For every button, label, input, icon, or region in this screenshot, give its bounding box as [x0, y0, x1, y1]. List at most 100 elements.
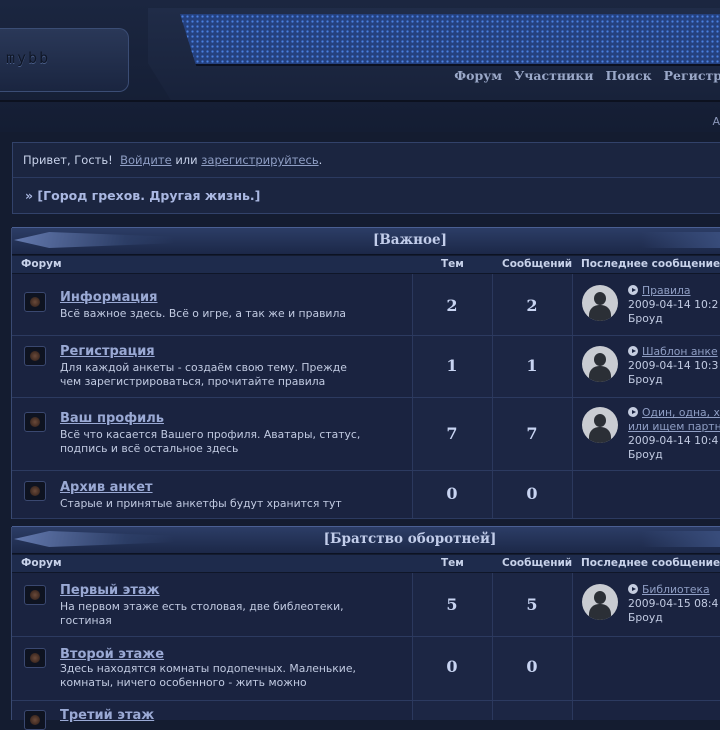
col-forum: Форум [21, 557, 62, 569]
forum-title-link[interactable]: Информация [60, 290, 158, 305]
main-nav: Форум Участники Поиск Регистр [454, 68, 720, 83]
forum-status-icon [24, 412, 46, 432]
category-title: [Важное] [372, 232, 448, 248]
col-last: Последнее сообщение [581, 258, 720, 270]
posts-count: 0 [526, 484, 538, 503]
last-post-info: Шаблон анке 2009-04-14 10:3 Броуд [628, 345, 718, 387]
posts-count: 2 [526, 296, 538, 315]
cell-last [572, 701, 720, 720]
posts-count: 0 [526, 657, 538, 676]
forum-title-link[interactable]: Архив анкет [60, 480, 153, 495]
greeting-text: Привет, Гость! [23, 153, 113, 167]
forum-row: Информация Всё важное здесь. Всё о игре,… [12, 274, 720, 336]
forum-row: Первый этаж На первом этаже есть столова… [12, 573, 720, 637]
cell-topics [412, 701, 493, 720]
last-post-author: Броуд [628, 312, 663, 325]
go-arrow-icon[interactable] [628, 584, 638, 594]
go-arrow-icon[interactable] [628, 407, 638, 417]
posts-count: 1 [526, 356, 538, 375]
logo-text: mybb [6, 49, 51, 67]
last-post-link[interactable]: Один, одна, х [642, 406, 720, 419]
last-post-link[interactable]: Библиотека [642, 583, 710, 596]
header-dot-strip [180, 14, 720, 66]
topics-count: 0 [446, 484, 458, 503]
last-post-link-cont[interactable]: или ищем партн [628, 420, 720, 433]
topics-count: 2 [446, 296, 458, 315]
forum-description: Всё что касается Вашего профиля. Аватары… [60, 428, 361, 455]
column-header: Форум Тем Сообщений Последнее сообщение [12, 256, 720, 274]
header-divider [0, 100, 720, 102]
forum-status-icon [24, 648, 46, 668]
topics-count: 1 [446, 356, 458, 375]
last-post-author: Броуд [628, 373, 663, 386]
forum-header: mybb Форум Участники Поиск Регистр А [0, 0, 720, 132]
forum-title-link[interactable]: Третий этаж [60, 708, 154, 723]
header-corner-link[interactable]: А [712, 115, 720, 128]
posts-count: 5 [526, 595, 538, 614]
nav-forum[interactable]: Форум [454, 68, 502, 83]
last-post-date: 2009-04-14 10:2 [628, 298, 719, 311]
forum-status-icon [24, 585, 46, 605]
forum-row: Ваш профиль Всё что касается Вашего проф… [12, 398, 720, 471]
avatar[interactable] [582, 346, 618, 382]
category-header[interactable]: [Важное] [12, 227, 720, 255]
register-link[interactable]: зарегистрируйтесь [201, 153, 318, 167]
forum-description: На первом этаже есть столовая, две библе… [60, 600, 344, 627]
posts-count: 7 [526, 424, 538, 443]
last-post-author: Броуд [628, 448, 663, 461]
topics-count: 0 [446, 657, 458, 676]
avatar[interactable] [582, 584, 618, 620]
welcome-line: Привет, Гость! Войдите или зарегистрируй… [23, 153, 322, 167]
last-post-date: 2009-04-14 10:4 [628, 434, 719, 447]
col-last: Последнее сообщение [581, 557, 720, 569]
nav-search[interactable]: Поиск [606, 68, 652, 83]
forum-row: Второй этаже Здесь находятся комнаты под… [12, 637, 720, 701]
period-text: . [318, 153, 323, 167]
last-post-author: Броуд [628, 611, 663, 624]
col-forum: Форум [21, 258, 62, 270]
col-posts: Сообщений [502, 258, 573, 270]
last-post-info: Библиотека 2009-04-15 08:4 Броуд [628, 583, 718, 625]
forum-title-link[interactable]: Первый этаж [60, 583, 160, 598]
forum-description: Для каждой анкеты - создаём свою тему. П… [60, 361, 347, 388]
nav-register[interactable]: Регистр [664, 68, 720, 83]
avatar[interactable] [582, 407, 618, 443]
last-post-link[interactable]: Шаблон анке [642, 345, 718, 358]
forum-status-icon [24, 346, 46, 366]
cell-last [572, 637, 720, 700]
forum-title-link[interactable]: Ваш профиль [60, 411, 164, 426]
forum-title-link[interactable]: Второй этаже [60, 647, 164, 662]
last-post-info: Один, одна, х или ищем партн 2009-04-14 … [628, 406, 720, 462]
last-post-link[interactable]: Правила [642, 284, 691, 297]
forum-row: Регистрация Для каждой анкеты - создаём … [12, 336, 720, 398]
nav-members[interactable]: Участники [514, 68, 593, 83]
forum-status-icon [24, 710, 46, 730]
forum-description: Здесь находятся комнаты подопечных. Мале… [60, 662, 356, 689]
forum-description: Всё важное здесь. Всё о игре, а так же и… [60, 307, 346, 320]
column-header: Форум Тем Сообщений Последнее сообщение [12, 555, 720, 573]
or-text: или [175, 153, 198, 167]
login-link[interactable]: Войдите [120, 153, 172, 167]
category-title: [Братство оборотней] [323, 531, 497, 547]
forum-row: Третий этаж [12, 701, 720, 730]
topics-count: 5 [446, 595, 458, 614]
col-topics: Тем [441, 258, 464, 270]
go-arrow-icon[interactable] [628, 346, 638, 356]
avatar[interactable] [582, 285, 618, 321]
go-arrow-icon[interactable] [628, 285, 638, 295]
cell-last [572, 471, 720, 518]
last-post-info: Правила 2009-04-14 10:2 Броуд [628, 284, 718, 326]
welcome-divider [13, 177, 720, 178]
welcome-box: Привет, Гость! Войдите или зарегистрируй… [12, 142, 720, 214]
col-topics: Тем [441, 557, 464, 569]
forum-status-icon [24, 481, 46, 501]
logo-plate[interactable]: mybb [0, 28, 129, 92]
last-post-date: 2009-04-15 08:4 [628, 597, 719, 610]
forum-title-link[interactable]: Регистрация [60, 344, 155, 359]
forum-description: Старые и принятые анкетфы будут хранится… [60, 497, 342, 510]
col-posts: Сообщений [502, 557, 573, 569]
forum-status-icon [24, 292, 46, 312]
board-title: » [Город грехов. Другая жизнь.] [25, 188, 261, 203]
cell-posts [492, 701, 573, 720]
category-header[interactable]: [Братство оборотней] [12, 526, 720, 554]
